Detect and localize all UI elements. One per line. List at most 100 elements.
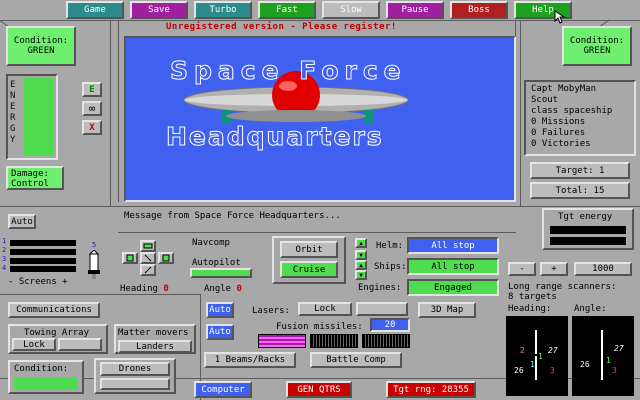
- engines-value: Engaged: [407, 279, 499, 296]
- menu-pause-button[interactable]: Pause: [386, 1, 444, 19]
- info-line: class spaceship: [531, 106, 613, 116]
- helm-value: All stop: [407, 237, 499, 254]
- mouse-cursor-icon: [554, 10, 566, 24]
- weapons-auto-button-2[interactable]: Auto: [206, 324, 234, 340]
- towing-slot[interactable]: [58, 338, 102, 351]
- arrow-left-icon: [126, 254, 134, 262]
- heading-value: 0: [163, 284, 169, 294]
- tgt-energy-panel: Tgt energy: [542, 208, 634, 250]
- ships-up-icon[interactable]: ▲: [355, 260, 367, 270]
- menu-game-button[interactable]: Game: [66, 1, 124, 19]
- target-button[interactable]: Target: 1: [530, 162, 630, 179]
- nav-down-button[interactable]: [140, 264, 156, 276]
- screen-bar: [10, 240, 76, 246]
- bottom-condition-bar: [14, 377, 78, 390]
- lasers-slot[interactable]: [356, 302, 408, 316]
- screen-bar: [10, 266, 76, 272]
- nav-right-button[interactable]: [158, 252, 174, 264]
- towing-array-panel: Towing Array Lock: [8, 324, 108, 354]
- weapons-auto-button-1[interactable]: Auto: [206, 302, 234, 318]
- energy-x-button[interactable]: X: [82, 120, 102, 135]
- menu-save-button[interactable]: Save: [130, 1, 188, 19]
- scanner-contact: 27: [548, 346, 558, 355]
- frame-line: [0, 206, 640, 207]
- viewscreen-title-line2: Headquarters: [166, 122, 384, 151]
- computer-button[interactable]: Computer: [194, 381, 252, 398]
- towing-title: Towing Array: [24, 328, 90, 338]
- condition-value: GREEN: [583, 46, 611, 56]
- rocket-icon: [88, 250, 100, 279]
- info-line: Scout: [531, 95, 559, 105]
- condition-value: GREEN: [27, 46, 55, 56]
- fusion-tube-2[interactable]: [310, 334, 358, 348]
- left-condition-panel: Condition: GREEN: [6, 26, 76, 66]
- info-line: Capt MobyMan: [531, 84, 597, 94]
- scanner-contact: 27: [614, 344, 624, 353]
- fusion-label: Fusion missiles:: [276, 322, 363, 332]
- helm-up-icon[interactable]: ▲: [355, 238, 367, 248]
- info-line: 0 Victories: [531, 139, 591, 149]
- menu-turbo-button[interactable]: Turbo: [194, 1, 252, 19]
- viewscreen: Space Force Headquarters: [124, 36, 516, 202]
- scanner-contact: 1: [606, 356, 611, 365]
- scanner-axis: [601, 330, 603, 380]
- gen-qtrs-button[interactable]: GEN QTRS: [286, 381, 352, 398]
- screens-auto-button[interactable]: Auto: [8, 214, 36, 229]
- tgt-energy-label: Tgt energy: [558, 212, 613, 222]
- autopilot-toggle[interactable]: [190, 268, 252, 278]
- nav-up-button[interactable]: [140, 240, 156, 252]
- drones-button[interactable]: Drones: [100, 362, 170, 376]
- menu-boss-button[interactable]: Boss: [450, 1, 508, 19]
- frame-line: [118, 232, 516, 233]
- autopilot-label: Autopilot: [192, 258, 241, 268]
- damage-label: Damage:: [11, 169, 49, 179]
- lasers-lock-button[interactable]: Lock: [298, 302, 352, 316]
- scanner-range[interactable]: 1000: [574, 262, 632, 276]
- nav-left-button[interactable]: [122, 252, 138, 264]
- fusion-tube-3[interactable]: [362, 334, 410, 348]
- tgt-rng-display: Tgt rng: 28355: [386, 381, 476, 398]
- scanner-contact: 26: [514, 366, 524, 375]
- scanner-angle-display: 27 26 1 3: [572, 316, 634, 396]
- angle-label: Angle 0: [204, 284, 242, 294]
- navcomp-label: Navcomp: [192, 238, 230, 248]
- battle-comp-button[interactable]: Battle Comp: [310, 352, 402, 368]
- screen-bar: [10, 258, 76, 264]
- message-line: Message from Space Force Headquarters...: [124, 211, 341, 221]
- energy-infinity-button[interactable]: ∞: [82, 101, 102, 116]
- scanner-contact: 26: [580, 360, 590, 369]
- scanner-title: Long range scanners:: [508, 282, 617, 292]
- engines-label: Engines:: [358, 283, 402, 293]
- tgt-energy-bar: [550, 237, 626, 245]
- scanner-minus-button[interactable]: -: [508, 262, 536, 276]
- frame-line: [110, 20, 111, 206]
- helm-down-icon[interactable]: ▼: [355, 250, 367, 260]
- menu-slow-button[interactable]: Slow: [322, 1, 380, 19]
- fusion-tube-1[interactable]: [258, 334, 306, 348]
- damage-panel: Damage: Control: [6, 166, 64, 190]
- orbit-button[interactable]: Orbit: [280, 241, 338, 258]
- scanner-contact: 1: [530, 360, 535, 369]
- frame-line: [520, 20, 521, 206]
- beams-racks-button[interactable]: 1 Beams/Racks: [204, 352, 296, 368]
- scanner-plus-button[interactable]: +: [540, 262, 568, 276]
- arrow-down-icon: [144, 266, 152, 274]
- nav-center-button[interactable]: [140, 252, 156, 264]
- arrow-diagonal-icon: [144, 254, 152, 262]
- ships-down-icon[interactable]: ▼: [355, 270, 367, 280]
- screen-bar: [10, 249, 76, 255]
- menu-fast-button[interactable]: Fast: [258, 1, 316, 19]
- right-condition-panel: Condition: GREEN: [562, 26, 632, 66]
- landers-button[interactable]: Landers: [118, 340, 192, 353]
- scanner-contact: 3: [612, 366, 617, 375]
- towing-lock-button[interactable]: Lock: [12, 338, 56, 351]
- info-line: 0 Failures: [531, 128, 586, 138]
- screen-tick: 5: [92, 241, 97, 249]
- frame-line: [0, 294, 200, 295]
- 3d-map-button[interactable]: 3D Map: [418, 302, 476, 318]
- communications-button[interactable]: Communications: [8, 302, 100, 318]
- scanner-heading-label: Heading:: [508, 304, 552, 314]
- energy-e-button[interactable]: E: [82, 82, 102, 97]
- cruise-button[interactable]: Cruise: [280, 261, 338, 278]
- drones-slot[interactable]: [100, 378, 170, 390]
